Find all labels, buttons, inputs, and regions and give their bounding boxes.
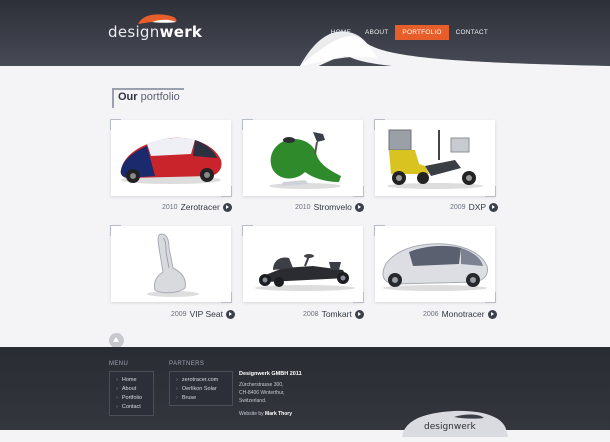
item-name: Stromvelo	[313, 202, 352, 212]
caption-dxp[interactable]: 2009 DXP	[450, 202, 499, 212]
item-year: 2008	[303, 310, 319, 318]
address-line: CH-8406 Winterthur,	[239, 390, 285, 396]
address-line: Switzerland.	[239, 398, 267, 404]
footer-link-about[interactable]: About	[116, 385, 149, 394]
arrow-right-icon[interactable]	[489, 202, 499, 212]
nav-portfolio[interactable]: PORTFOLIO	[395, 25, 449, 40]
nav-about[interactable]: ABOUT	[358, 25, 395, 40]
portfolio-card-dxp[interactable]	[374, 119, 496, 197]
partner-link[interactable]: zerotracer.com	[176, 376, 228, 385]
item-name: Tomkart	[321, 309, 352, 319]
arrow-right-icon[interactable]	[354, 202, 364, 212]
footer-partners: zerotracer.com Oerlikon Solar Bruse	[169, 371, 233, 406]
item-name: VIP Seat	[189, 309, 223, 319]
main-nav: HOME ABOUT PORTFOLIO CONTACT	[324, 25, 495, 40]
portfolio-card-vip-seat[interactable]	[110, 225, 232, 303]
caption-tomkart[interactable]: 2008 Tomkart	[303, 309, 364, 319]
item-year: 2009	[171, 310, 187, 318]
arrow-right-icon[interactable]	[487, 309, 497, 319]
address-line: Zürcherstrasse 300,	[239, 382, 284, 388]
heading-bracket	[112, 88, 184, 108]
portfolio-heading: Our portfolio	[112, 88, 186, 108]
portfolio-card-zerotracer[interactable]	[110, 119, 232, 197]
item-year: 2009	[450, 203, 466, 211]
arrow-right-icon[interactable]	[225, 309, 235, 319]
stromvelo-image	[269, 132, 341, 189]
portfolio-card-tomkart[interactable]	[242, 225, 364, 303]
portfolio-card-monotracer[interactable]	[374, 225, 496, 303]
nav-home[interactable]: HOME	[324, 25, 358, 40]
credit-link[interactable]: Mark Thory	[265, 411, 292, 417]
item-name: DXP	[468, 202, 487, 212]
item-year: 2006	[423, 310, 439, 318]
footer-company-info: Designwerk GMBH 2011 Zürcherstrasse 300,…	[239, 370, 302, 405]
site-footer: MENU Home About Portfolio Contact PARTNE…	[0, 347, 610, 437]
caption-monotracer[interactable]: 2006 Monotracer	[423, 309, 497, 319]
footer-link-home[interactable]: Home	[116, 376, 149, 385]
partner-link[interactable]: Oerlikon Solar	[176, 385, 228, 394]
vip-seat-image	[147, 233, 199, 297]
monotracer-image	[382, 243, 488, 291]
arrow-right-icon[interactable]	[354, 309, 364, 319]
caption-zerotracer[interactable]: 2010 Zerotracer	[162, 202, 232, 212]
footer-logo-text: designwerk	[424, 422, 476, 432]
footer-partners-heading: PARTNERS	[169, 361, 205, 367]
footer-credit: Website by Mark Thory	[239, 411, 292, 417]
caption-stromvelo[interactable]: 2010 Stromvelo	[295, 202, 364, 212]
footer-link-portfolio[interactable]: Portfolio	[116, 394, 149, 403]
footer-menu-heading: MENU	[109, 361, 129, 367]
item-name: Monotracer	[441, 309, 485, 319]
arrow-right-icon[interactable]	[222, 202, 232, 212]
scroll-to-top-button[interactable]	[109, 333, 124, 348]
tomkart-image	[255, 254, 355, 291]
logo-text: designwerk	[108, 23, 203, 41]
zerotracer-image	[120, 137, 222, 184]
portfolio-card-stromvelo[interactable]	[242, 119, 364, 197]
dxp-image	[387, 129, 483, 189]
header-swoosh	[0, 31, 610, 120]
item-year: 2010	[295, 203, 311, 211]
footer-link-contact[interactable]: Contact	[116, 403, 149, 412]
caption-vip-seat[interactable]: 2009 VIP Seat	[171, 309, 235, 319]
item-name: Zerotracer	[180, 202, 220, 212]
footer-logo: designwerk	[394, 407, 514, 437]
footer-menu: Home About Portfolio Contact	[109, 371, 154, 416]
credit-prefix: Website by	[239, 411, 264, 417]
item-year: 2010	[162, 203, 178, 211]
nav-contact[interactable]: CONTACT	[449, 25, 495, 40]
partner-link[interactable]: Bruse	[176, 394, 228, 403]
company-name: Designwerk GMBH 2011	[239, 371, 302, 377]
site-logo[interactable]: designwerk	[108, 10, 218, 42]
